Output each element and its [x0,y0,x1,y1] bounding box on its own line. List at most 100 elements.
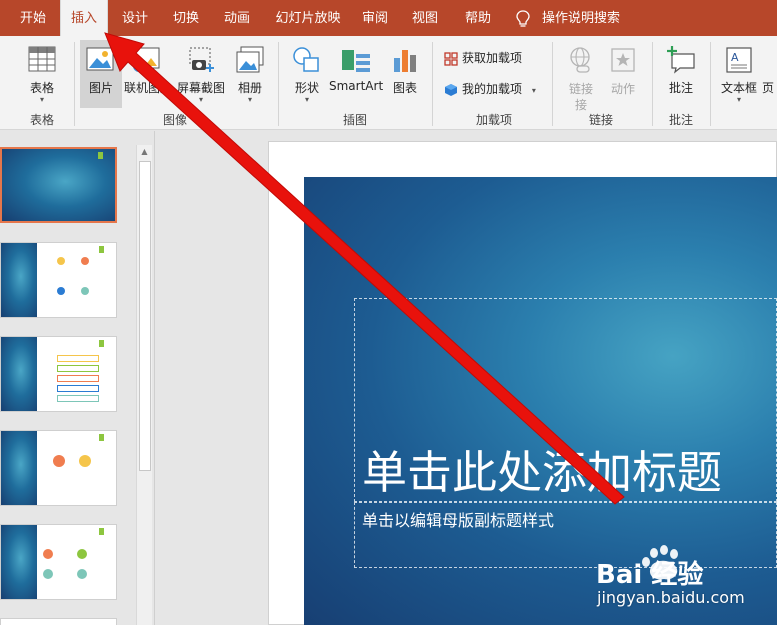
group-divider [278,42,279,126]
slide-thumbnail-1[interactable] [0,147,117,223]
slide-thumbnail-3[interactable] [0,336,117,412]
thumbnail-background [1,243,37,317]
picture-button[interactable]: 图片 [80,40,122,108]
shapes-icon [293,47,319,72]
thumbnail-scrollbar[interactable]: ▲ [136,145,152,625]
group-divider [652,42,653,126]
chart-button[interactable]: 图表 [386,40,424,108]
photo-album-button[interactable]: 相册 ▾ [230,40,270,108]
thumbnail-background [1,431,37,505]
globe-link-icon [570,47,590,73]
link-button[interactable]: 链接 接 [562,40,600,112]
ribbon-tab-bar: 开始 插入 设计 切换 动画 幻灯片放映 审阅 视图 帮助 操作说明搜索 [0,0,777,36]
header-footer-button[interactable]: 页 [762,40,777,108]
group-label-addins: 加载项 [475,113,512,127]
screenshot-button[interactable]: 屏幕截图 ▾ [176,40,226,108]
chevron-down-icon: ▾ [39,95,44,104]
online-picture-button[interactable]: 联机图片 [124,40,173,108]
chart-label: 图表 [392,81,417,95]
group-divider [432,42,433,126]
new-comment-icon [667,46,695,74]
tab-help[interactable]: 帮助 [458,0,498,36]
tab-design[interactable]: 设计 [112,0,158,36]
smartart-label: SmartArt [329,79,384,93]
watermark-brand: Bai 经验 [596,559,703,590]
group-divider [710,42,711,126]
group-label-tables: 表格 [29,113,54,127]
ribbon-insert: 表格 ▾ 表格 图片 联机图片 屏幕截图 ▾ 相册 ▾ 图像 形状 ▾ Smar… [0,36,777,130]
slide-thumbnail-5[interactable] [0,524,117,600]
tab-insert[interactable]: 插入 [60,0,108,36]
screenshot-label: 屏幕截图 [176,81,225,95]
thumb-bar [57,355,99,362]
shapes-button[interactable]: 形状 ▾ [287,40,327,108]
chevron-down-icon: ▾ [531,86,536,95]
thumb-dot [53,455,65,467]
photo-album-label: 相册 [237,81,262,95]
tab-review[interactable]: 审阅 [356,0,394,36]
scroll-up-icon[interactable]: ▲ [137,145,152,159]
slide-thumbnail-6[interactable] [0,618,117,625]
lightbulb-icon [516,10,530,27]
comment-label: 批注 [668,81,693,95]
thumb-dot [79,455,91,467]
online-picture-icon [133,47,160,72]
tell-me-search[interactable]: 操作说明搜索 [540,0,622,36]
slide-marker-icon [99,246,104,253]
action-label: 动作 [610,82,635,96]
group-label-images: 图像 [162,113,187,127]
action-button[interactable]: 动作 [604,40,642,108]
slide-subtitle-text[interactable]: 单击以编辑母版副标题样式 [362,507,554,531]
table-icon [28,46,56,72]
thumb-dot [81,287,89,295]
tab-view[interactable]: 视图 [406,0,444,36]
addin-cube-icon [445,83,457,96]
table-button[interactable]: 表格 ▾ [20,40,64,108]
group-label-links: 链接 [588,113,613,127]
powerpoint-window: 开始 插入 设计 切换 动画 幻灯片放映 审阅 视图 帮助 操作说明搜索 表格 [0,0,777,625]
chevron-down-icon: ▾ [198,95,203,104]
get-addins-label: 获取加载项 [462,51,523,65]
my-addins-button[interactable]: 我的加载项 ▾ [444,79,536,99]
group-label-illustrations: 插图 [342,113,367,127]
watermark-url: jingyan.baidu.com [597,588,745,607]
thumbnail-background [2,149,115,221]
slide-thumbnail-2[interactable] [0,242,117,318]
tab-animations[interactable]: 动画 [214,0,260,36]
thumb-dot [77,569,87,579]
chart-icon [394,50,416,72]
slide-marker-icon [99,528,104,535]
screenshot-icon [189,47,214,72]
textbox-label: 文本框 [720,81,757,95]
thumb-bar [57,375,99,382]
photo-album-icon [236,46,264,73]
table-label: 表格 [29,81,54,95]
chevron-down-icon: ▾ [247,95,252,104]
thumb-dot [43,569,53,579]
header-footer-label: 页 [762,81,775,95]
smartart-button[interactable]: SmartArt [329,40,383,108]
link-label: 链接 [568,82,593,96]
group-label-comments: 批注 [668,113,693,127]
chevron-down-icon: ▾ [736,95,741,104]
tab-home[interactable]: 开始 [8,0,58,36]
slide-thumbnail-4[interactable] [0,430,117,506]
textbox-icon: A [726,47,752,73]
get-addins-button[interactable]: 获取加载项 [444,48,522,68]
tab-transitions[interactable]: 切换 [162,0,210,36]
my-addins-label: 我的加载项 [462,82,523,96]
tab-slideshow[interactable]: 幻灯片放映 [266,0,350,36]
thumb-bar [57,365,99,372]
group-divider [74,42,75,126]
textbox-button[interactable]: A 文本框 ▾ [718,40,760,108]
scrollbar-thumb[interactable] [139,161,151,471]
action-star-icon [611,48,635,72]
online-picture-label: 联机图片 [124,81,173,95]
thumb-dot [81,257,89,265]
thumb-dot [57,257,65,265]
comment-button[interactable]: 批注 [660,40,702,108]
slide-thumbnail-pane [0,131,155,625]
slide-title-text[interactable]: 单击此处添加标题 [362,436,722,501]
slide-marker-icon [98,152,103,159]
thumb-dot [77,549,87,559]
